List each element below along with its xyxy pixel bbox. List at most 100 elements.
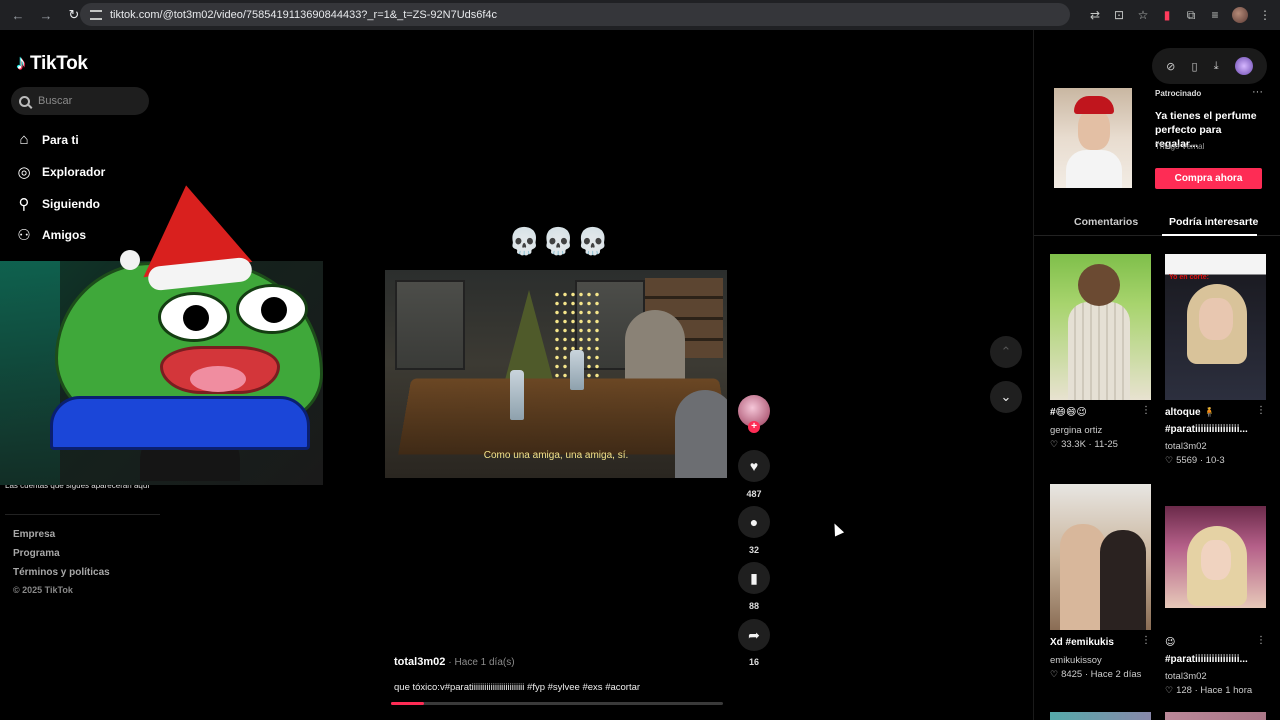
video-card-title-line2[interactable]: #paratiiiiiiiiiiiiiiii... — [1165, 424, 1257, 435]
share-button[interactable]: ➦ — [738, 619, 770, 651]
video-card-meta: ♡ 128 · Hace 1 hora — [1165, 685, 1253, 696]
browser-toolbar: ← → ↻ tiktok.com/@tot3m02/video/75854191… — [0, 0, 1280, 30]
next-video-button[interactable]: ⌄ — [990, 381, 1022, 413]
mouse-cursor — [829, 521, 845, 537]
tab-search-icon[interactable]: ≡ — [1208, 8, 1222, 22]
video-author-line: total3m02 · Hace 1 día(s) — [394, 656, 515, 668]
extensions-puzzle-icon[interactable]: ⧉ — [1184, 8, 1198, 23]
translate-icon[interactable]: ⇄ — [1088, 8, 1102, 22]
heart-outline-icon: ♡ — [1050, 669, 1059, 679]
save-count: 88 — [748, 601, 759, 611]
bookmark-icon: ▮ — [750, 569, 758, 586]
sidebar-item-siguiendo[interactable]: ⚲ Siguiendo — [16, 195, 101, 213]
sidebar-item-explorador[interactable]: ◎ Explorador — [16, 163, 105, 181]
tab-podria-interesarte[interactable]: Podría interesarte — [1169, 216, 1258, 228]
site-info-icon[interactable] — [90, 9, 102, 20]
save-button[interactable]: ▮ — [738, 562, 770, 594]
url-text[interactable]: tiktok.com/@tot3m02/video/75854191136908… — [110, 9, 497, 21]
video-card-user[interactable]: total3m02 — [1165, 441, 1207, 452]
video-card-user[interactable]: gergina ortiz — [1050, 425, 1102, 436]
browser-nav: ← → ↻ — [6, 3, 86, 27]
more-options-icon[interactable]: ⋮ — [1256, 635, 1266, 646]
like-button[interactable]: ♥ — [738, 450, 770, 482]
sidebar-item-para-ti[interactable]: ⌂ Para ti — [16, 131, 79, 148]
ad-thumbnail[interactable] — [1054, 88, 1132, 188]
search-input[interactable] — [38, 95, 138, 107]
download-icon[interactable]: ⤓ — [1214, 60, 1219, 73]
video-player[interactable]: Como una amiga, una amiga, sí. — [385, 270, 727, 478]
user-avatar[interactable] — [1234, 57, 1253, 75]
more-options-icon[interactable]: ··· — [1252, 86, 1263, 98]
sidebar-item-label: Amigos — [42, 228, 87, 242]
forward-icon[interactable]: → — [34, 3, 58, 27]
tiktok-logo[interactable]: ♪ TikTok — [16, 52, 88, 75]
more-options-icon[interactable]: ⋮ — [1141, 405, 1151, 416]
sidebar-item-label: Explorador — [42, 165, 106, 179]
video-progress-fill — [391, 702, 425, 705]
follow-plus-icon[interactable]: + — [748, 421, 760, 433]
like-count: 487 — [746, 489, 762, 499]
video-card-meta: ♡ 33.3K · 11-25 — [1050, 439, 1118, 450]
logo-text: TikTok — [30, 52, 88, 74]
pepe-eye — [158, 292, 230, 342]
more-options-icon[interactable]: ⋮ — [1256, 405, 1266, 416]
comment-button[interactable]: ● — [738, 506, 770, 538]
shop-now-button[interactable]: Compra ahora — [1155, 168, 1262, 189]
video-card-title-line2[interactable]: #paratiiiiiiiiiiiiiiii... — [1165, 654, 1257, 665]
sidebar-item-label: Siguiendo — [42, 197, 100, 211]
bookmark-star-icon[interactable]: ☆ — [1136, 8, 1150, 22]
comment-count: 32 — [748, 545, 759, 555]
comment-icon: ● — [749, 514, 759, 530]
heart-icon: ♥ — [749, 458, 759, 474]
compass-icon: ◎ — [17, 164, 31, 181]
browser-actions: ⇄ ⊡ ☆ ▮ ⧉ ≡ ⋮ — [1088, 0, 1272, 30]
post-time: · Hace 1 día(s) — [448, 657, 515, 668]
next-card-thumbnail[interactable] — [1050, 712, 1151, 720]
top-tools: ⊘ ▯ ⤓ — [1152, 48, 1267, 84]
heart-outline-icon: ♡ — [1165, 455, 1174, 465]
video-card-meta: ♡ 5569 · 10-3 — [1165, 455, 1225, 466]
sidebar-item-amigos[interactable]: ⚇ Amigos — [16, 226, 86, 244]
video-card-thumbnail[interactable]: Yo en corte: — [1165, 254, 1266, 400]
thumbnail-label: Yo en corte: — [1169, 274, 1209, 281]
friends-icon: ⚇ — [17, 227, 31, 244]
search-icon — [19, 95, 30, 107]
tab-comentarios[interactable]: Comentarios — [1074, 216, 1138, 228]
tiktok-note-icon: ♪ — [16, 52, 26, 74]
back-icon[interactable]: ← — [6, 3, 30, 27]
footer-link-empresa[interactable]: Empresa — [13, 529, 55, 540]
next-card-thumbnail[interactable] — [1165, 712, 1266, 720]
search-box[interactable] — [11, 87, 149, 115]
video-card-title[interactable]: altoque 🧍 — [1165, 407, 1257, 418]
skull-emoji-overlay: 💀💀💀 — [508, 226, 612, 256]
install-icon[interactable]: ⊡ — [1112, 8, 1126, 22]
following-icon: ⚲ — [18, 196, 30, 213]
video-card-title[interactable]: #😄😄😉 — [1050, 407, 1142, 418]
heart-outline-icon: ♡ — [1165, 685, 1174, 695]
sponsored-label: Patrocinado — [1155, 89, 1202, 98]
extension-icon[interactable]: ▮ — [1160, 8, 1174, 22]
video-card-thumbnail[interactable] — [1050, 254, 1151, 400]
video-card-user[interactable]: total3m02 — [1165, 671, 1207, 682]
footer-link-programa[interactable]: Programa — [13, 548, 60, 559]
video-card-user[interactable]: emikukissoy — [1050, 655, 1102, 666]
video-card-meta: ♡ 8425 · Hace 2 días — [1050, 669, 1142, 680]
video-card-title[interactable]: Xd #emikukis — [1050, 637, 1142, 648]
video-card-thumbnail[interactable] — [1165, 506, 1266, 608]
author-username[interactable]: total3m02 — [394, 656, 445, 668]
video-progress-bar[interactable] — [391, 702, 723, 705]
menu-icon[interactable]: ⋮ — [1258, 8, 1272, 22]
profile-avatar[interactable] — [1232, 7, 1248, 23]
address-bar[interactable]: tiktok.com/@tot3m02/video/75854191136908… — [80, 3, 1070, 26]
video-card-thumbnail[interactable] — [1050, 484, 1151, 630]
video-card-title[interactable]: 😉 — [1165, 637, 1257, 648]
right-panel: ⊘ ▯ ⤓ Patrocinado ··· Ya tienes el perfu… — [1033, 30, 1280, 720]
device-icon[interactable]: ▯ — [1192, 60, 1198, 73]
heart-outline-icon: ♡ — [1050, 439, 1059, 449]
previous-video-button[interactable]: ⌃ — [990, 336, 1022, 368]
sidebar-item-label: Para ti — [42, 132, 79, 147]
footer-link-terminos[interactable]: Términos y políticas — [13, 567, 110, 578]
more-options-icon[interactable]: ⋮ — [1141, 635, 1151, 646]
discover-icon[interactable]: ⊘ — [1166, 60, 1175, 73]
share-icon: ➦ — [748, 626, 760, 643]
